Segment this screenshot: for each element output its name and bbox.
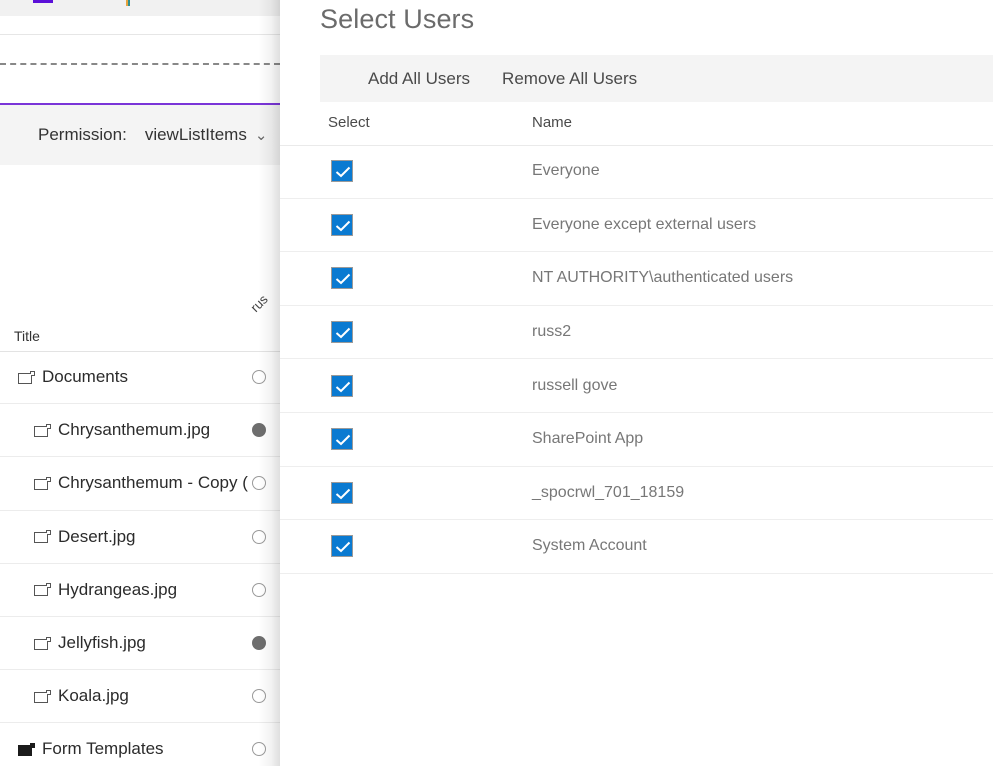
- file-list: Documents Chrysanthemum.jpg Chrysanthemum …: [0, 351, 280, 766]
- file-row-radio[interactable]: [252, 423, 266, 438]
- file-row-radio[interactable]: [252, 689, 266, 704]
- file-name-label: Hydrangeas.jpg: [58, 579, 178, 599]
- file-row-radio[interactable]: [252, 370, 266, 385]
- user-select-checkbox[interactable]: [331, 374, 353, 397]
- users-table-header: Select Name: [280, 102, 993, 146]
- user-name-label: _spocrwl_701_18159: [532, 483, 685, 501]
- add-all-users-button[interactable]: Add All Users: [368, 69, 470, 89]
- panel-toolbar: Add All Users Remove All Users: [320, 55, 993, 102]
- user-name-label: russ2: [532, 323, 572, 341]
- ribbon-icon: [126, 0, 130, 6]
- file-row-radio[interactable]: [252, 582, 266, 597]
- users-table-body: Everyone Everyone except external users NT…: [280, 145, 993, 574]
- folder-outline-icon: [34, 530, 51, 544]
- remove-all-users-button[interactable]: Remove All Users: [502, 69, 637, 89]
- file-name-wrapper: Jellyfish.jpg: [0, 633, 146, 653]
- page-title: Select Users: [320, 4, 475, 34]
- table-row[interactable]: Everyone: [280, 145, 993, 199]
- folder-outline-icon: [34, 689, 51, 703]
- file-name-label: Koala.jpg: [58, 686, 129, 706]
- rotated-column-header: rus: [247, 291, 271, 315]
- ribbon-divider: [0, 34, 280, 35]
- user-select-checkbox[interactable]: [331, 535, 353, 558]
- file-list-row[interactable]: Form Templates: [0, 723, 280, 766]
- column-header-name: Name: [532, 114, 573, 131]
- table-row[interactable]: Everyone except external users: [280, 199, 993, 253]
- user-select-checkbox[interactable]: [331, 160, 353, 183]
- file-name-label: Documents: [42, 367, 128, 387]
- user-name-label: System Account: [532, 537, 647, 555]
- file-name-label: Form Templates: [42, 739, 164, 759]
- file-row-radio[interactable]: [252, 742, 266, 757]
- table-row[interactable]: russ2: [280, 306, 993, 360]
- file-list-row[interactable]: Documents: [0, 351, 280, 405]
- file-list-row[interactable]: Hydrangeas.jpg: [0, 564, 280, 617]
- file-row-radio[interactable]: [252, 476, 266, 491]
- file-row-radio[interactable]: [252, 529, 266, 544]
- user-name-label: SharePoint App: [532, 430, 644, 448]
- table-row[interactable]: _spocrwl_701_18159: [280, 467, 993, 521]
- folder-outline-icon: [34, 636, 51, 650]
- file-name-wrapper: Chrysanthemum - Copy (: [0, 473, 248, 493]
- user-name-label: Everyone: [532, 162, 600, 180]
- column-header-title: Title: [14, 328, 40, 344]
- file-list-row[interactable]: Jellyfish.jpg: [0, 617, 280, 671]
- permission-bar: Permission: viewListItems ⌄: [0, 105, 280, 165]
- table-row[interactable]: russell gove: [280, 359, 993, 413]
- folder-outline-icon: [34, 476, 51, 490]
- user-name-label: russell gove: [532, 376, 618, 394]
- user-select-checkbox[interactable]: [331, 321, 353, 344]
- column-header-select: Select: [328, 114, 370, 131]
- folder-outline-icon: [34, 583, 51, 597]
- dashed-separator: [0, 63, 280, 65]
- chevron-down-icon[interactable]: ⌄: [255, 128, 268, 143]
- file-name-label: Chrysanthemum - Copy (: [58, 473, 248, 493]
- file-name-wrapper: Form Templates: [0, 739, 164, 759]
- file-name-label: Jellyfish.jpg: [58, 633, 146, 653]
- file-name-label: Chrysanthemum.jpg: [58, 420, 211, 440]
- permission-dropdown[interactable]: viewListItems: [145, 125, 247, 145]
- background-page: Permission: viewListItems ⌄ rus Title Do…: [0, 0, 280, 766]
- file-name-wrapper: Koala.jpg: [0, 686, 129, 706]
- file-list-row[interactable]: Koala.jpg: [0, 670, 280, 724]
- user-select-checkbox[interactable]: [331, 267, 353, 290]
- table-row[interactable]: NT AUTHORITY\authenticated users: [280, 252, 993, 306]
- active-tab-underline: [33, 0, 53, 3]
- file-list-column-header: Title: [0, 326, 280, 352]
- table-row[interactable]: System Account: [280, 520, 993, 574]
- folder-outline-icon: [18, 370, 35, 384]
- file-row-radio[interactable]: [252, 636, 266, 651]
- select-users-panel: Select Users Add All Users Remove All Us…: [280, 0, 993, 766]
- file-name-label: Desert.jpg: [58, 526, 136, 546]
- file-name-wrapper: Desert.jpg: [0, 527, 135, 547]
- user-select-checkbox[interactable]: [331, 481, 353, 504]
- file-list-row[interactable]: Chrysanthemum - Copy (: [0, 457, 280, 511]
- user-select-checkbox[interactable]: [331, 213, 353, 236]
- table-row[interactable]: SharePoint App: [280, 413, 993, 467]
- folder-filled-icon: [18, 742, 35, 756]
- ribbon-strip: [0, 0, 280, 16]
- file-name-wrapper: Chrysanthemum.jpg: [0, 420, 210, 440]
- file-name-wrapper: Hydrangeas.jpg: [0, 580, 177, 600]
- permission-label: Permission:: [38, 125, 127, 144]
- file-list-row[interactable]: Desert.jpg: [0, 511, 280, 564]
- user-name-label: Everyone except external users: [532, 215, 757, 233]
- user-select-checkbox[interactable]: [331, 428, 353, 451]
- folder-outline-icon: [34, 423, 51, 437]
- file-name-wrapper: Documents: [0, 367, 128, 387]
- file-list-row[interactable]: Chrysanthemum.jpg: [0, 404, 280, 458]
- user-name-label: NT AUTHORITY\authenticated users: [532, 269, 794, 287]
